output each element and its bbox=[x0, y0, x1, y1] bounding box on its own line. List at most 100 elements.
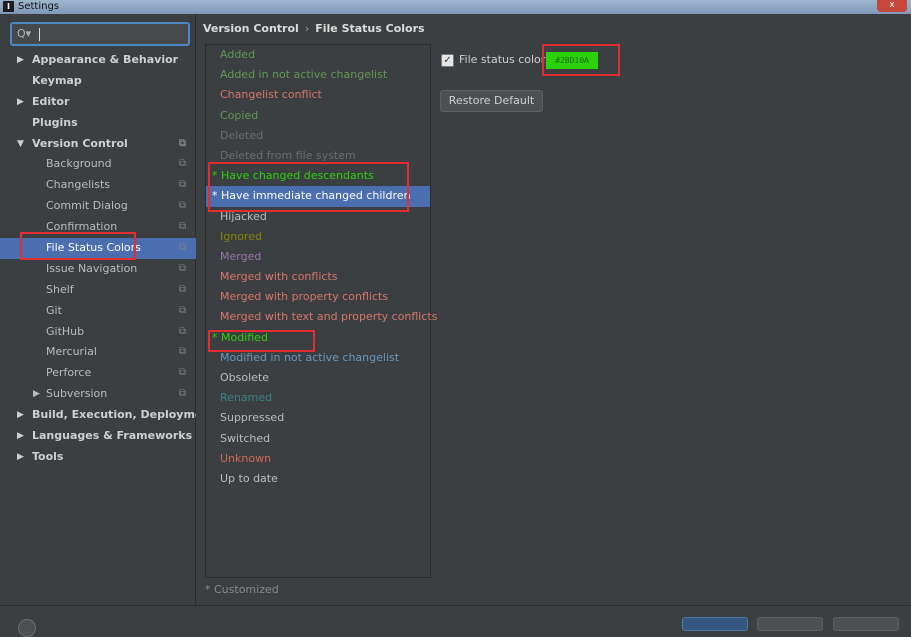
sidebar-item-subversion[interactable]: ▶ Subversion ⧉ bbox=[0, 384, 196, 405]
status-item-deleted[interactable]: Deleted bbox=[206, 126, 430, 146]
status-item-have-changed-descendants[interactable]: * Have changed descendants bbox=[206, 166, 430, 186]
sidebar-item-perforce[interactable]: Perforce ⧉ bbox=[0, 363, 196, 384]
title-bar: I Settings x bbox=[0, 0, 911, 14]
status-item-unknown[interactable]: Unknown bbox=[206, 449, 430, 469]
sidebar-item-label: Changelists bbox=[46, 178, 111, 192]
sidebar-item-version-control[interactable]: ▼ Version Control ⧉ bbox=[0, 134, 196, 155]
project-config-icon: ⧉ bbox=[178, 262, 186, 274]
breadcrumb-section: Version Control bbox=[203, 22, 299, 35]
collapsed-arrow-icon[interactable]: ▶ bbox=[17, 426, 24, 447]
status-item-copied[interactable]: Copied bbox=[206, 106, 430, 126]
search-input[interactable]: Q▾ bbox=[10, 22, 190, 46]
sidebar-item-issue-navigation[interactable]: Issue Navigation ⧉ bbox=[0, 259, 196, 280]
status-item-changelist-conflict[interactable]: Changelist conflict bbox=[206, 85, 430, 105]
close-button[interactable]: x bbox=[877, 0, 907, 12]
collapsed-arrow-icon[interactable]: ▶ bbox=[17, 447, 24, 468]
sidebar-item-label: File Status Colors bbox=[46, 241, 141, 255]
collapsed-arrow-icon[interactable]: ▶ bbox=[17, 405, 24, 426]
file-status-color-label: File status color: bbox=[459, 53, 549, 66]
project-config-icon: ⧉ bbox=[178, 242, 186, 254]
status-item-ignored[interactable]: Ignored bbox=[206, 227, 430, 247]
project-config-icon: ⧉ bbox=[178, 325, 186, 337]
text-caret bbox=[39, 28, 40, 41]
main-panel: Version Control › File Status Colors Added… bbox=[196, 14, 911, 605]
sidebar-item-label: Keymap bbox=[32, 73, 82, 87]
sidebar-item-label: Editor bbox=[32, 94, 70, 108]
bottom-bar bbox=[0, 605, 911, 637]
file-status-list[interactable]: Added Added in not active changelist Chang… bbox=[205, 44, 437, 578]
apply-button[interactable] bbox=[833, 617, 899, 631]
project-config-icon: ⧉ bbox=[178, 346, 186, 358]
breadcrumb: Version Control › File Status Colors bbox=[203, 22, 425, 35]
sidebar-item-label: Background bbox=[46, 157, 112, 171]
project-config-icon: ⧉ bbox=[178, 388, 186, 400]
color-swatch[interactable]: #2BD10A bbox=[546, 52, 598, 69]
project-config-icon: ⧉ bbox=[178, 221, 186, 233]
file-status-color-checkbox[interactable]: ✓ bbox=[441, 54, 454, 67]
sidebar-item-label: Tools bbox=[32, 449, 64, 463]
sidebar-item-label: Build, Execution, Deployment bbox=[32, 408, 216, 422]
status-item-added-in-not-active-changelist[interactable]: Added in not active changelist bbox=[206, 65, 430, 85]
sidebar-item-mercurial[interactable]: Mercurial ⧉ bbox=[0, 342, 196, 363]
restore-default-button[interactable]: Restore Default bbox=[440, 90, 543, 112]
project-config-icon: ⧉ bbox=[178, 367, 186, 379]
collapsed-arrow-icon[interactable]: ▶ bbox=[33, 384, 40, 405]
status-item-merged-with-conflicts[interactable]: Merged with conflicts bbox=[206, 267, 430, 287]
status-item-merged-with-property-conflicts[interactable]: Merged with property conflicts bbox=[206, 287, 430, 307]
sidebar-item-build-execution-deployment[interactable]: ▶ Build, Execution, Deployment bbox=[0, 405, 215, 426]
sidebar-item-appearance-behavior[interactable]: ▶ Appearance & Behavior bbox=[0, 50, 196, 71]
status-item-suppressed[interactable]: Suppressed bbox=[206, 408, 430, 428]
sidebar-item-label: Git bbox=[46, 303, 62, 317]
sidebar-item-editor[interactable]: ▶ Editor bbox=[0, 92, 196, 113]
sidebar-item-shelf[interactable]: Shelf ⧉ bbox=[0, 280, 196, 301]
settings-tree: ▶ Appearance & Behavior Keymap ▶ Editor Plugi… bbox=[0, 50, 215, 468]
status-item-obsolete[interactable]: Obsolete bbox=[206, 368, 430, 388]
status-item-renamed[interactable]: Renamed bbox=[206, 388, 430, 408]
sidebar-item-github[interactable]: GitHub ⧉ bbox=[0, 322, 196, 343]
sidebar-item-confirmation[interactable]: Confirmation ⧉ bbox=[0, 217, 196, 238]
collapsed-arrow-icon[interactable]: ▶ bbox=[17, 50, 24, 71]
sidebar-item-label: Subversion bbox=[46, 387, 108, 401]
sidebar-item-git[interactable]: Git ⧉ bbox=[0, 301, 196, 322]
sidebar-item-label: Confirmation bbox=[46, 220, 118, 234]
status-item-deleted-from-file-system[interactable]: Deleted from file system bbox=[206, 146, 430, 166]
project-config-icon: ⧉ bbox=[178, 179, 186, 191]
sidebar-item-label: Languages & Frameworks bbox=[32, 429, 193, 443]
settings-sidebar: Q▾ ▶ Appearance & Behavior Keymap ▶ Editor Pl… bbox=[0, 14, 215, 605]
sidebar-item-label: Shelf bbox=[46, 282, 74, 296]
sidebar-item-plugins[interactable]: Plugins bbox=[0, 113, 196, 134]
breadcrumb-page: File Status Colors bbox=[315, 22, 425, 35]
sidebar-item-changelists[interactable]: Changelists ⧉ bbox=[0, 175, 196, 196]
status-item-up-to-date[interactable]: Up to date bbox=[206, 469, 430, 489]
collapsed-arrow-icon[interactable]: ▶ bbox=[17, 92, 24, 113]
sidebar-item-label: Perforce bbox=[46, 366, 92, 380]
sidebar-item-label: Plugins bbox=[32, 115, 78, 129]
window-title: Settings bbox=[18, 1, 60, 12]
intellij-icon: I bbox=[3, 1, 14, 12]
status-item-have-immediate-changed-children[interactable]: * Have immediate changed children bbox=[206, 186, 430, 207]
status-item-modified-in-not-active-changelist[interactable]: Modified in not active changelist bbox=[206, 348, 430, 368]
sidebar-item-keymap[interactable]: Keymap bbox=[0, 71, 196, 92]
ok-button[interactable] bbox=[682, 617, 748, 631]
sidebar-item-tools[interactable]: ▶ Tools bbox=[0, 447, 196, 468]
sidebar-item-label: Version Control bbox=[32, 136, 128, 150]
status-item-merged-with-text-and-property-conflicts[interactable]: Merged with text and property conflicts bbox=[206, 307, 437, 327]
sidebar-item-languages-frameworks[interactable]: ▶ Languages & Frameworks bbox=[0, 426, 196, 447]
sidebar-item-label: Mercurial bbox=[46, 345, 97, 359]
expanded-arrow-icon[interactable]: ▼ bbox=[17, 134, 24, 155]
sidebar-item-file-status-colors[interactable]: File Status Colors ⧉ bbox=[0, 238, 196, 259]
sidebar-item-label: Commit Dialog bbox=[46, 199, 128, 213]
status-item-added[interactable]: Added bbox=[206, 45, 430, 65]
sidebar-item-background[interactable]: Background ⧉ bbox=[0, 154, 196, 175]
project-config-icon: ⧉ bbox=[178, 283, 186, 295]
status-item-merged[interactable]: Merged bbox=[206, 247, 430, 267]
status-item-hijacked[interactable]: Hijacked bbox=[206, 207, 430, 227]
status-item-switched[interactable]: Switched bbox=[206, 429, 430, 449]
status-item-modified[interactable]: * Modified bbox=[206, 328, 430, 348]
project-config-icon: ⧉ bbox=[178, 304, 186, 316]
customized-footnote: * Customized bbox=[205, 583, 279, 596]
help-button[interactable] bbox=[18, 619, 36, 637]
search-icon: Q▾ bbox=[17, 27, 32, 40]
cancel-button[interactable] bbox=[757, 617, 823, 631]
sidebar-item-commit-dialog[interactable]: Commit Dialog ⧉ bbox=[0, 196, 196, 217]
